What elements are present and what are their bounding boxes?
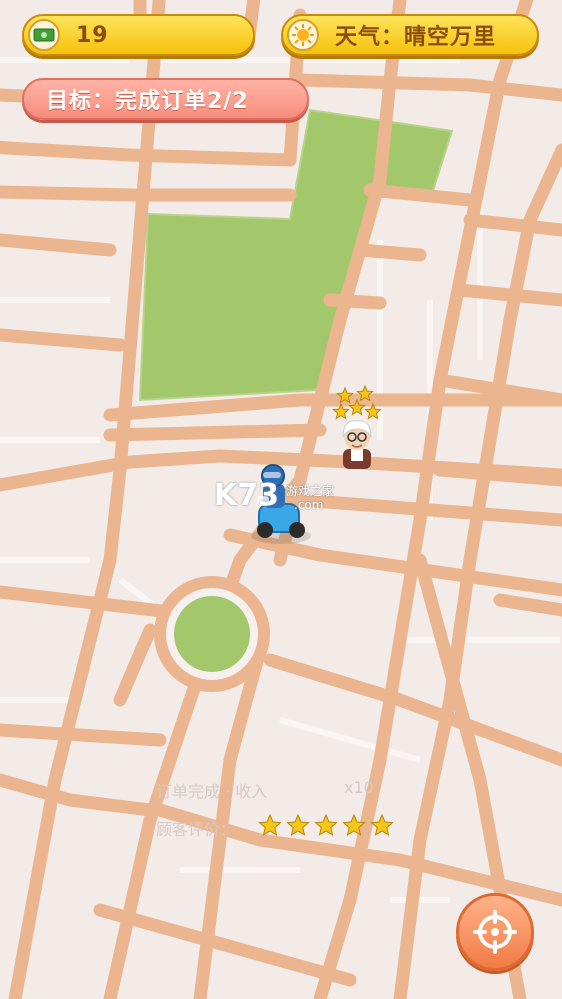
result-line-2: 顾客评价： (156, 820, 237, 839)
rating-star-icon (258, 814, 282, 836)
city-map[interactable] (0, 0, 562, 999)
rating-stars (258, 814, 394, 838)
result-count: x10 (344, 778, 374, 797)
roundabout-park (174, 596, 250, 672)
watermark-logo: K73 (214, 478, 279, 513)
rating-star-icon (370, 814, 394, 836)
weather-display: 天气：晴空万里 (281, 14, 539, 56)
game-screen: 19 天气：晴空万里 目标：完成订单2/2 订单完成 · 收入 x10 顾客评价… (0, 0, 562, 999)
money-display: 19 (22, 14, 255, 56)
cash-icon (28, 19, 60, 51)
rating-star-icon (342, 814, 366, 836)
goal-display: 目标：完成订单2/2 (22, 78, 309, 120)
result-line-1: 订单完成 · 收入 (156, 782, 268, 801)
elderly-man-icon (342, 420, 372, 469)
site-watermark: K73 游戏之家 .com (214, 478, 334, 513)
weather-label: 天气：晴空万里 (335, 25, 497, 50)
money-value: 19 (76, 22, 109, 48)
locate-button[interactable] (456, 893, 534, 971)
goal-label: 目标：完成订单2/2 (46, 89, 249, 114)
rating-star-icon (314, 814, 338, 836)
sun-icon (287, 19, 319, 51)
crosshair-icon (473, 910, 517, 954)
watermark-domain: .com (294, 498, 324, 512)
watermark-site-name: 游戏之家 (286, 484, 335, 498)
rating-star-icon (286, 814, 310, 836)
